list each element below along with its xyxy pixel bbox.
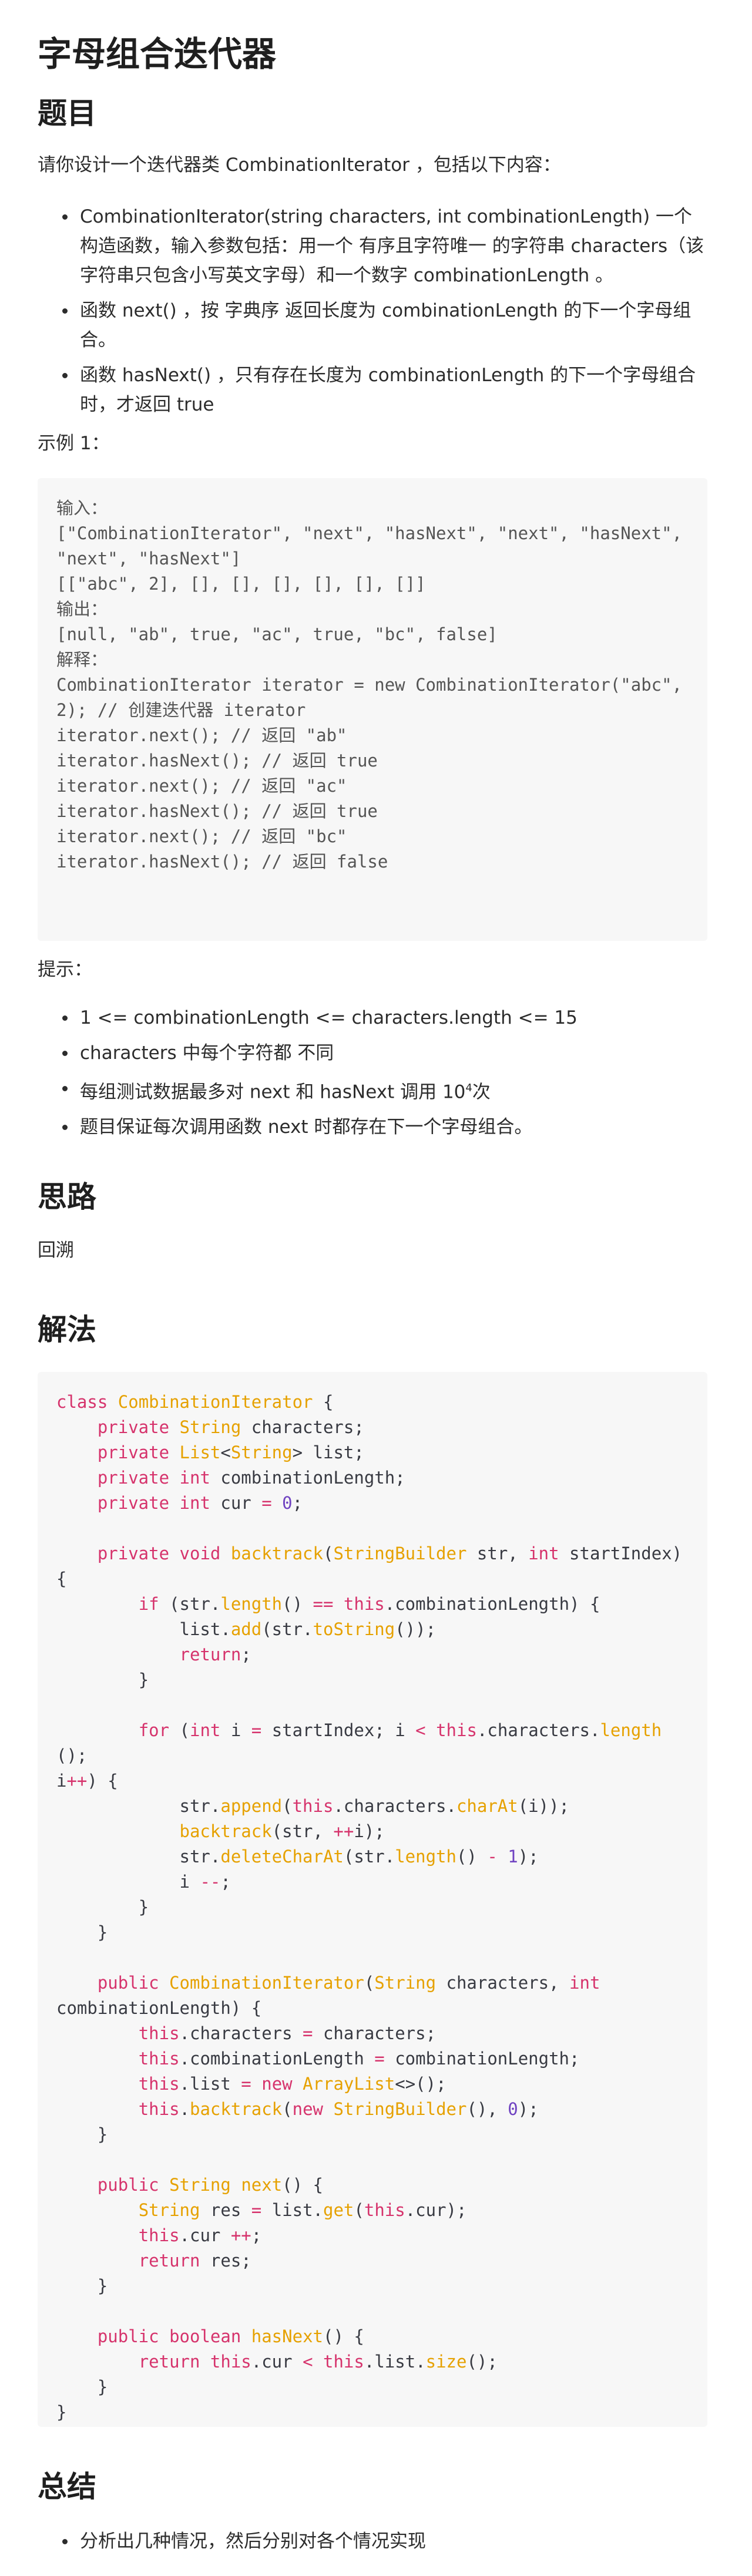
solution-code-block: class CombinationIterator { private Stri… [38, 1372, 707, 2427]
list-item-text: CombinationIterator(string characters, i… [80, 206, 704, 286]
example-line: iterator.hasNext(); // 返回 true [56, 751, 378, 771]
list-item: 函数 hasNext() ，只有存在长度为 combinationLength … [38, 361, 707, 419]
list-item-text: 分析出几种情况，然后分别对各个情况实现 [80, 2531, 426, 2552]
example-line: [null, "ab", true, "ac", true, "bc", fal… [56, 624, 498, 644]
example-line: iterator.next(); // 返回 "bc" [56, 826, 347, 846]
list-item: characters 中每个字符都 不同 [38, 1038, 707, 1068]
example-code-block: 输入： ["CombinationIterator", "next", "has… [38, 478, 707, 941]
example-code: 输入： ["CombinationIterator", "next", "has… [38, 478, 707, 892]
bullet-icon [62, 1051, 68, 1056]
hints-list: 1 <= combinationLength <= characters.len… [38, 1003, 707, 1148]
summary-list: 分析出几种情况，然后分别对各个情况实现 [38, 2527, 707, 2562]
example-line: 输入： [56, 498, 108, 518]
bullet-icon [62, 1015, 68, 1021]
section-heading-solution: 解法 [38, 1313, 96, 1347]
intro-text: 请你设计一个迭代器类 CombinationIterator ，包括以下内容： [38, 154, 561, 176]
document-page: 字母组合迭代器 题目 请你设计一个迭代器类 CombinationIterato… [0, 0, 752, 2576]
requirements-list: CombinationIterator(string characters, i… [38, 202, 707, 425]
list-item: 题目保证每次调用函数 next 时都存在下一个字母组合。 [38, 1112, 707, 1142]
solution-code: class CombinationIterator { private Stri… [56, 1392, 683, 2422]
example-line: iterator.hasNext(); // 返回 false [56, 852, 388, 872]
bullet-icon [62, 1125, 68, 1131]
example-line: [["abc", 2], [], [], [], [], [], []] [56, 574, 426, 594]
list-item-text: 1 <= combinationLength <= characters.len… [80, 1007, 578, 1028]
bullet-icon [62, 373, 68, 378]
bullet-icon [62, 308, 68, 314]
list-item-text: 函数 next() ，按 字典序 返回长度为 combinationLength… [80, 300, 691, 351]
idea-text: 回溯 [38, 1240, 74, 1261]
section-heading-idea: 思路 [38, 1180, 96, 1214]
bullet-icon [62, 1086, 68, 1091]
example-line: iterator.next(); // 返回 "ac" [56, 776, 347, 796]
list-item: 1 <= combinationLength <= characters.len… [38, 1003, 707, 1033]
section-heading-problem: 题目 [38, 96, 96, 130]
example-line: 输出： [56, 599, 108, 619]
example-line: CombinationIterator iterator = new Combi… [56, 675, 693, 720]
list-item: CombinationIterator(string characters, i… [38, 202, 707, 290]
example-line: ["CombinationIterator", "next", "hasNext… [56, 523, 693, 569]
example-label: 示例 1： [38, 433, 110, 454]
page-title: 字母组合迭代器 [38, 34, 277, 74]
example-line: iterator.next(); // 返回 "ab" [56, 725, 347, 745]
bullet-icon [62, 2539, 68, 2544]
bullet-icon [62, 214, 68, 220]
list-item-text: 每组测试数据最多对 next 和 hasNext 调用 10 [80, 1081, 466, 1103]
exponent-text: 4 [465, 1082, 472, 1094]
list-item-text: characters 中每个字符都 不同 [80, 1042, 334, 1064]
list-item: 函数 next() ，按 字典序 返回长度为 combinationLength… [38, 296, 707, 355]
example-line: iterator.hasNext(); // 返回 true [56, 801, 378, 821]
hint-label: 提示： [38, 959, 92, 980]
section-heading-summary: 总结 [38, 2470, 96, 2504]
list-item-text: 函数 hasNext() ，只有存在长度为 combinationLength … [80, 365, 696, 415]
suffix-text: 次 [472, 1081, 491, 1103]
list-item-text: 题目保证每次调用函数 next 时都存在下一个字母组合。 [80, 1117, 533, 1138]
example-line: 解释： [56, 650, 108, 670]
list-item: 分析出几种情况，然后分别对各个情况实现 [38, 2527, 707, 2556]
list-item: 每组测试数据最多对 next 和 hasNext 调用 104次 [38, 1074, 707, 1107]
